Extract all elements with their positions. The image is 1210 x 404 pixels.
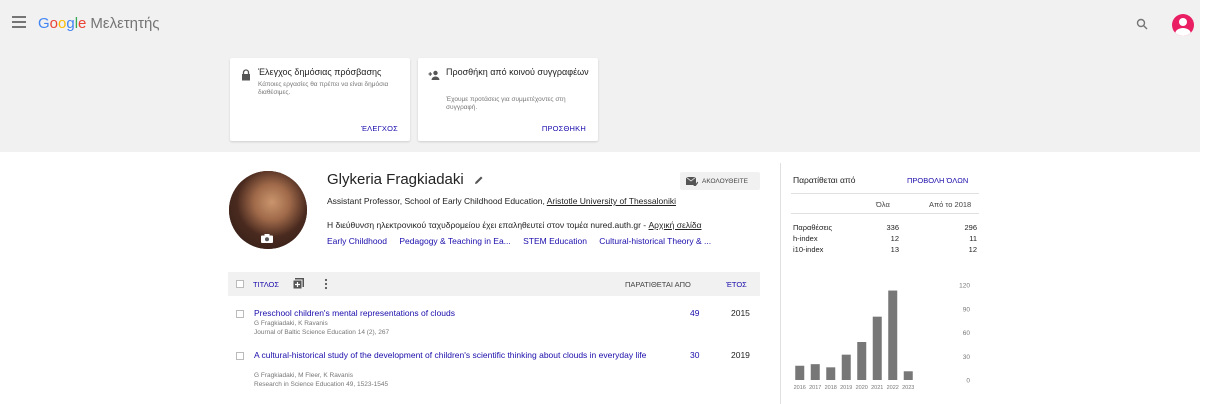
- y-tick-label: 30: [963, 354, 971, 361]
- camera-icon[interactable]: [261, 234, 273, 243]
- x-tick-label: 2019: [840, 385, 852, 391]
- x-tick-label: 2021: [871, 385, 883, 391]
- chart-bar[interactable]: [826, 367, 836, 380]
- logo-letter: e: [78, 15, 87, 32]
- research-interests: Early Childhood Pedagogy & Teaching in E…: [327, 236, 721, 246]
- lock-icon: [242, 69, 250, 81]
- chart-bar[interactable]: [872, 316, 882, 380]
- chart-bar[interactable]: [903, 371, 913, 380]
- metric-label[interactable]: Παραθέσεις: [793, 223, 832, 232]
- account-avatar-icon[interactable]: [1172, 14, 1194, 36]
- profile-name: Glykeria Fragkiadaki: [327, 171, 464, 188]
- article-title[interactable]: Preschool children's mental representati…: [254, 308, 664, 318]
- select-all-checkbox[interactable]: [236, 280, 244, 288]
- x-tick-label: 2018: [825, 385, 837, 391]
- notification-banner: Έλεγχος δημόσιας πρόσβασης Κάποιες εργασ…: [0, 48, 1200, 152]
- article-title[interactable]: A cultural-historical study of the devel…: [254, 350, 664, 360]
- x-tick-label: 2017: [809, 385, 821, 391]
- logo-letter: G: [38, 15, 50, 32]
- card-description: Κάποιες εργασίες θα πρέπει να είναι δημό…: [258, 81, 389, 96]
- scrollbar-gutter: [1200, 0, 1210, 404]
- y-tick-label: 90: [963, 306, 971, 313]
- chart-bar[interactable]: [841, 354, 851, 380]
- metric-since: 12: [968, 245, 977, 254]
- follow-mail-icon: [686, 176, 698, 186]
- chart-bar[interactable]: [795, 365, 805, 380]
- view-all-link[interactable]: ΠΡΟΒΟΛΗ ΌΛΩΝ: [907, 176, 968, 185]
- metric-row: h-index 12 11: [793, 234, 979, 244]
- affiliation-text: Assistant Professor, School of Early Chi…: [327, 196, 547, 206]
- metric-all: 12: [890, 234, 899, 243]
- citations-bar-chart: 120 90 60 30 0 2016 2017 2018 2019 2020 2021 2022 20…: [794, 283, 971, 392]
- divider: [791, 213, 979, 214]
- cited-by-header: ΠΑΡΑΤΙΘΕΤΑΙ ΑΠΟ: [625, 280, 691, 289]
- article-venue: Research in Science Education 49, 1523-1…: [254, 381, 389, 388]
- metric-all: 13: [890, 245, 899, 254]
- article-venue: Journal of Baltic Science Education 14 (…: [254, 329, 390, 336]
- add-person-icon: [428, 70, 440, 80]
- x-tick-label: 2016: [794, 385, 806, 391]
- affiliation: Assistant Professor, School of Early Chi…: [327, 196, 687, 206]
- y-tick-label: 60: [963, 330, 971, 337]
- hamburger-icon[interactable]: [12, 16, 26, 30]
- search-icon[interactable]: [1136, 18, 1148, 30]
- row-checkbox[interactable]: [236, 310, 244, 318]
- interest-link[interactable]: Cultural-historical Theory & ...: [599, 236, 711, 246]
- verified-email: Η διεύθυνση ηλεκτρονικού ταχυδρομείου έχ…: [327, 220, 702, 230]
- more-vert-icon[interactable]: [324, 278, 328, 290]
- article-cited-count[interactable]: 30: [690, 350, 699, 360]
- interest-link[interactable]: STEM Education: [523, 236, 587, 246]
- metric-row: Παραθέσεις 336 296: [793, 223, 979, 233]
- cited-by-heading: Παρατίθεται από: [793, 175, 856, 185]
- metric-label[interactable]: i10-index: [793, 245, 823, 254]
- logo-letter: o: [49, 15, 59, 32]
- chart-bar[interactable]: [810, 364, 820, 380]
- homepage-link[interactable]: Αρχική σελίδα: [649, 220, 702, 230]
- email-text: Η διεύθυνση ηλεκτρονικού ταχυδρομείου έχ…: [327, 220, 649, 230]
- google-scholar-logo[interactable]: Google Μελετητής: [38, 15, 160, 32]
- article-cited-count[interactable]: 49: [690, 308, 699, 318]
- x-tick-label: 2022: [887, 385, 899, 391]
- x-tick-label: 2023: [902, 385, 914, 391]
- add-button[interactable]: ΠΡΟΣΘΗΚΗ: [542, 124, 586, 133]
- interest-link[interactable]: Early Childhood: [327, 236, 387, 246]
- card-title: Προσθήκη από κοινού συγγραφέων: [446, 67, 589, 77]
- profile-photo[interactable]: [229, 171, 307, 249]
- interest-link[interactable]: Pedagogy & Teaching in Ea...: [399, 236, 510, 246]
- card-description: Έχουμε προτάσεις για συμμετέχοντες στη σ…: [446, 96, 566, 111]
- column-header-all: Όλα: [876, 200, 890, 209]
- column-header-since: Από το 2018: [929, 200, 972, 209]
- public-access-card: Έλεγχος δημόσιας πρόσβασης Κάποιες εργασ…: [230, 58, 410, 141]
- metric-since: 296: [964, 223, 977, 232]
- article-year: 2015: [731, 308, 750, 318]
- follow-label: ΑΚΟΛΟΥΘΕΙΤΕ: [702, 177, 748, 185]
- check-button[interactable]: ΈΛΕΓΧΟΣ: [361, 124, 398, 133]
- card-title: Έλεγχος δημόσιας πρόσβασης: [258, 67, 382, 77]
- metric-row: i10-index 13 12: [793, 245, 979, 255]
- merge-icon[interactable]: [293, 278, 304, 289]
- article-authors: G Fragkiadaki, K Ravanis: [254, 320, 328, 327]
- follow-button[interactable]: ΑΚΟΛΟΥΘΕΙΤΕ: [680, 172, 760, 190]
- metric-all: 336: [886, 223, 899, 232]
- article-authors: G Fragkiadaki, M Fleer, K Ravanis: [254, 372, 353, 379]
- sort-by-year[interactable]: ΈΤΟΣ: [726, 280, 747, 289]
- metric-since: 11: [969, 234, 977, 243]
- product-name: Μελετητής: [90, 15, 160, 32]
- app-bar: Google Μελετητής: [0, 0, 1200, 48]
- row-checkbox[interactable]: [236, 352, 244, 360]
- metric-label[interactable]: h-index: [793, 234, 818, 243]
- divider: [791, 193, 979, 194]
- articles-table-header: ΤΙΤΛΟΣ ΠΑΡΑΤΙΘΕΤΑΙ ΑΠΟ ΈΤΟΣ: [228, 272, 760, 296]
- edit-pencil-icon[interactable]: [474, 175, 484, 185]
- x-tick-label: 2020: [856, 385, 868, 391]
- logo-letter: g: [66, 15, 75, 32]
- coauthors-card: Προσθήκη από κοινού συγγραφέων Έχουμε πρ…: [418, 58, 598, 141]
- article-year: 2019: [731, 350, 750, 360]
- y-tick-label: 0: [966, 378, 970, 385]
- y-tick-label: 120: [959, 283, 970, 290]
- sort-by-title[interactable]: ΤΙΤΛΟΣ: [253, 280, 279, 289]
- university-link[interactable]: Aristotle University of Thessaloniki: [547, 196, 676, 206]
- chart-bar[interactable]: [857, 342, 867, 380]
- chart-bar[interactable]: [888, 290, 898, 380]
